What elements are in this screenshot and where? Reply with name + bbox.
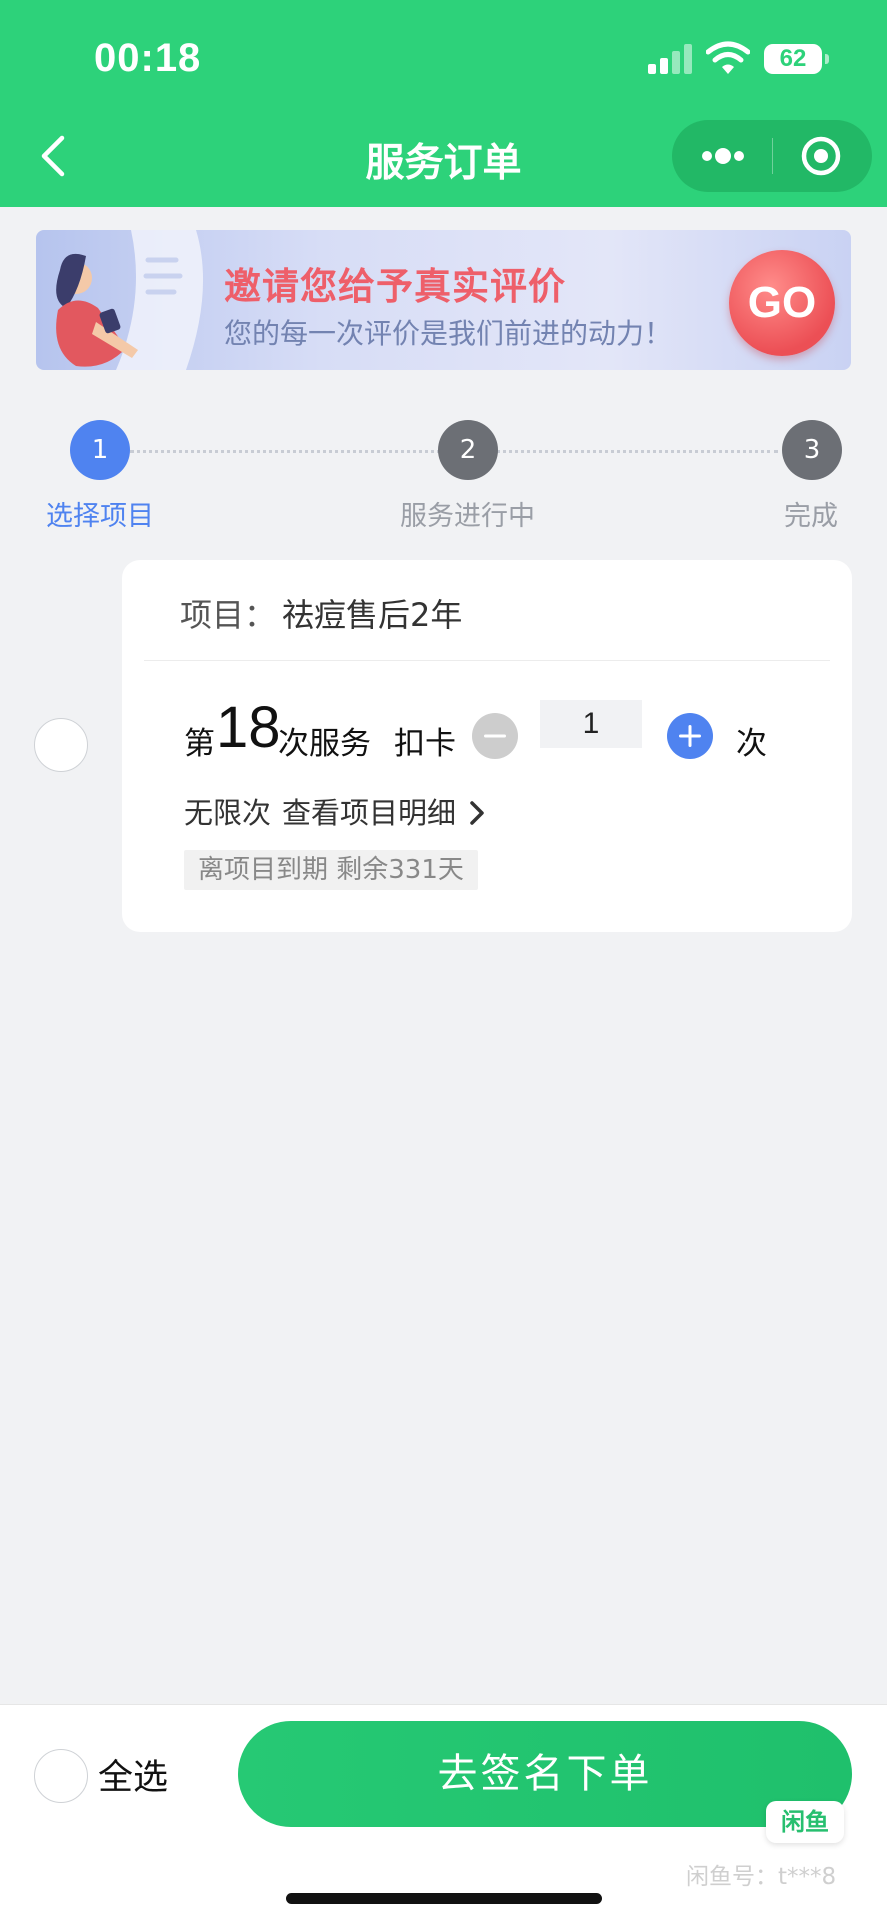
times-label: 次	[736, 726, 767, 762]
step-3-label: 完成	[784, 501, 838, 532]
project-label: 项目：	[180, 596, 277, 634]
banner-title: 邀请您给予真实评价	[224, 265, 566, 308]
unlimited-label: 无限次	[184, 796, 272, 830]
more-dots-icon[interactable]	[672, 120, 772, 192]
view-detail-link[interactable]: 查看项目明细	[282, 790, 487, 832]
quantity-input[interactable]	[540, 700, 642, 748]
service-suffix: 次服务	[278, 726, 371, 762]
service-number: 18	[216, 695, 281, 760]
minus-icon[interactable]	[472, 713, 518, 759]
expire-badge: 离项目到期 剩余331天	[184, 850, 478, 890]
step-2-label: 服务进行中	[400, 501, 535, 532]
home-indicator	[286, 1893, 602, 1904]
card-divider	[144, 660, 830, 661]
watermark-badge: 闲鱼	[766, 1801, 844, 1843]
item-select-checkbox[interactable]	[34, 718, 88, 772]
woman-reading-illustration	[56, 230, 204, 370]
cellular-signal-icon	[648, 44, 694, 74]
step-1-indicator: 1	[70, 420, 130, 480]
sign-and-order-button[interactable]: 去签名下单	[238, 1721, 852, 1827]
plus-icon[interactable]	[667, 713, 713, 759]
wifi-icon	[706, 41, 750, 74]
step-2-indicator: 2	[438, 420, 498, 480]
review-banner[interactable]: 邀请您给予真实评价 您的每一次评价是我们前进的动力！ GO	[36, 230, 851, 370]
battery-indicator: 62	[764, 44, 829, 74]
close-miniprogram-icon[interactable]	[773, 120, 872, 192]
service-prefix: 第	[184, 726, 215, 762]
service-count-row: 第 18 次服务 扣卡 次	[184, 695, 824, 768]
view-detail-text: 查看项目明细	[282, 796, 457, 830]
watermark-text: 闲鱼号：t***8	[686, 1864, 837, 1890]
chevron-right-icon	[470, 801, 484, 825]
select-all-label[interactable]: 全选	[98, 1749, 168, 1800]
project-name: 祛痘售后2年	[282, 596, 463, 634]
status-time: 00:18	[94, 36, 202, 80]
service-item-card: 项目： 祛痘售后2年 第 18 次服务 扣卡 次 无限次 查看项目明细 离项目到…	[122, 560, 852, 932]
go-button[interactable]: GO	[729, 250, 835, 356]
miniprogram-capsule	[672, 120, 872, 192]
step-1-label: 选择项目	[46, 501, 154, 532]
app-header: 00:18 62 服务订单	[0, 0, 887, 207]
bottom-action-bar: 全选 去签名下单 闲鱼 闲鱼号：t***8	[0, 1704, 887, 1921]
step-3-indicator: 3	[782, 420, 842, 480]
banner-subtitle: 您的每一次评价是我们前进的动力！	[224, 317, 673, 350]
deduct-card-label: 扣卡	[394, 726, 456, 762]
select-all-checkbox[interactable]	[34, 1749, 88, 1803]
